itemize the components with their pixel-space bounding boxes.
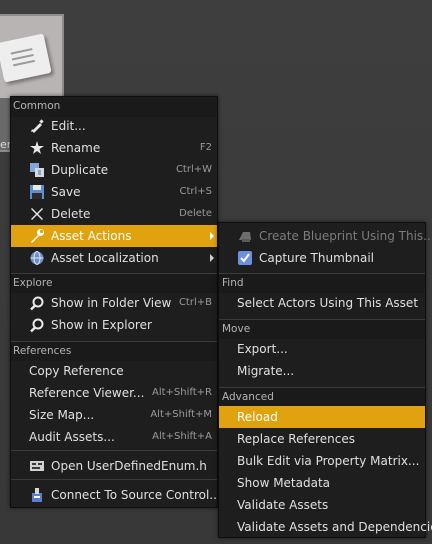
menu-item-show-in-folder-view[interactable]: Show in Folder View Ctrl+B: [11, 292, 217, 314]
menu-item-connect-source-control[interactable]: Connect To Source Control...: [11, 484, 221, 506]
menu-item-asset-localization[interactable]: Asset Localization: [11, 247, 217, 269]
menu-item-bulk-edit[interactable]: Bulk Edit via Property Matrix...: [219, 450, 425, 472]
delete-icon: [31, 208, 43, 220]
menu-item-select-actors[interactable]: Select Actors Using This Asset: [219, 292, 425, 314]
menu-item-validate-assets-dependencies[interactable]: Validate Assets and Dependencies: [219, 516, 432, 538]
globe-icon: [30, 251, 44, 265]
menu-divider: [11, 450, 217, 451]
magnifier-icon: [30, 318, 44, 333]
magnifier-icon: [30, 296, 44, 311]
submenu-arrow-icon: [210, 254, 214, 262]
section-header-move: Move: [219, 319, 425, 339]
menu-divider: [11, 479, 217, 480]
menu-item-migrate[interactable]: Migrate...: [219, 360, 425, 382]
menu-item-validate-assets[interactable]: Validate Assets: [219, 494, 425, 516]
menu-item-open-header[interactable]: Open UserDefinedEnum.h: [11, 455, 217, 477]
asset-actions-submenu: Create Blueprint Using This... Capture T…: [218, 222, 432, 538]
menu-item-delete[interactable]: Delete Delete: [11, 203, 217, 225]
code-file-icon: [30, 461, 44, 471]
section-header-advanced: Advanced: [219, 387, 425, 407]
menu-item-edit[interactable]: Edit...: [11, 115, 217, 137]
menu-item-copy-reference[interactable]: Copy Reference: [11, 360, 217, 382]
menu-item-duplicate[interactable]: Duplicate Ctrl+W: [11, 159, 217, 181]
source-control-icon: [32, 488, 42, 502]
menu-item-capture-thumbnail[interactable]: Capture Thumbnail: [219, 247, 425, 269]
save-icon: [30, 185, 44, 199]
menu-item-export[interactable]: Export...: [219, 338, 425, 360]
menu-item-reload[interactable]: Reload: [219, 406, 425, 428]
section-header-find: Find: [219, 273, 425, 293]
menu-item-reference-viewer[interactable]: Reference Viewer... Alt+Shift+R: [11, 382, 217, 404]
menu-item-save[interactable]: Save Ctrl+S: [11, 181, 217, 203]
submenu-arrow-icon: [210, 232, 214, 240]
rename-icon: [30, 141, 44, 154]
checkbox-icon: [238, 251, 252, 265]
section-header-common: Common: [11, 97, 217, 117]
section-header-references: References: [11, 341, 217, 361]
menu-item-size-map[interactable]: Size Map... Alt+Shift+M: [11, 404, 217, 426]
document-icon: [0, 33, 52, 83]
menu-item-show-in-explorer[interactable]: Show in Explorer: [11, 314, 217, 336]
menu-item-create-blueprint[interactable]: Create Blueprint Using This...: [219, 225, 432, 247]
pencil-icon: [31, 119, 44, 133]
menu-item-audit-assets[interactable]: Audit Assets... Alt+Shift+A: [11, 426, 217, 448]
section-header-explore: Explore: [11, 273, 217, 293]
menu-item-replace-references[interactable]: Replace References: [219, 428, 425, 450]
wrench-icon: [31, 229, 44, 243]
asset-context-menu: Common Edit... Rename F2 Duplicate Ctrl+…: [10, 96, 221, 508]
menu-item-asset-actions[interactable]: Asset Actions: [11, 225, 217, 247]
blueprint-icon: [239, 232, 251, 242]
menu-item-rename[interactable]: Rename F2: [11, 137, 217, 159]
duplicate-icon: [30, 163, 44, 177]
menu-item-show-metadata[interactable]: Show Metadata: [219, 472, 425, 494]
asset-thumbnail: [0, 16, 62, 98]
